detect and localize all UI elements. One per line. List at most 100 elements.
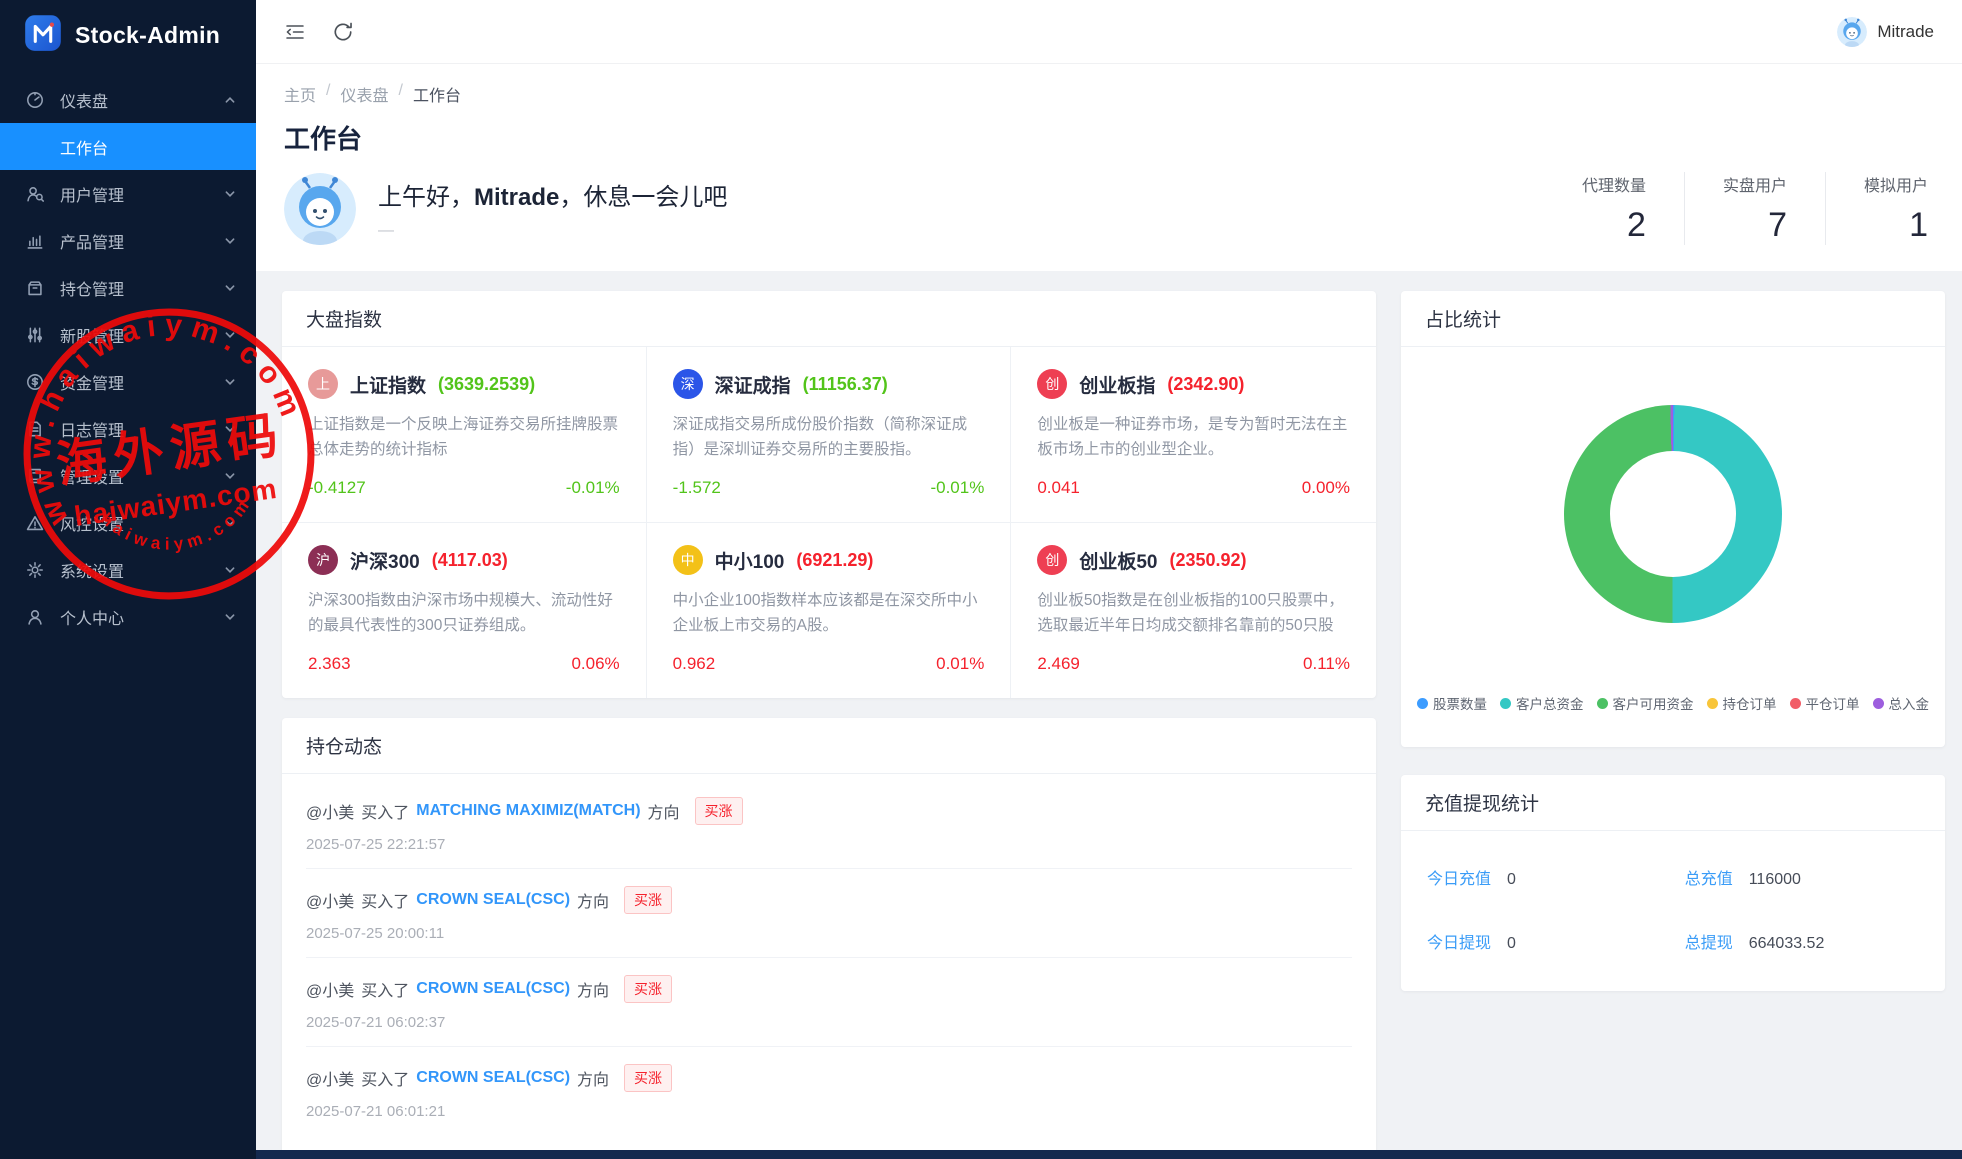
chevron-up-icon [224,94,236,106]
legend-dot [1872,697,1884,709]
chevron-down-icon [224,611,236,623]
position-action: 买入了 [361,1072,410,1089]
chevron-down-icon [224,376,236,388]
position-stock-link[interactable]: CROWN SEAL(CSC) [416,1069,570,1087]
system-icon [26,561,46,579]
buy-up-badge: 买涨 [624,886,673,914]
stat-demo-users: 模拟用户 1 [1824,172,1932,245]
positions-panel-title: 持仓动态 [282,718,1376,774]
position-direction-label: 方向 [577,1072,610,1089]
sidebar-item-risk[interactable]: 风控设置 [0,499,256,546]
legend-item-stock-count[interactable]: 股票数量 [1417,693,1487,713]
legend-item-available-funds[interactable]: 客户可用资金 [1596,693,1694,713]
breadcrumb-separator: / [398,82,403,99]
user-avatar [1837,16,1868,47]
user-menu[interactable]: Mitrade [1837,16,1934,47]
sidebar-item-products[interactable]: 产品管理 [0,217,256,264]
sidebar-item-users[interactable]: 用户管理 [0,170,256,217]
index-badge-icon: 上 [308,369,338,399]
sidebar-item-admin-settings[interactable]: 管理设置 [0,452,256,499]
buy-up-badge: 买涨 [624,975,673,1003]
total-recharge-label[interactable]: 总充值 [1685,865,1733,889]
total-withdraw-label[interactable]: 总提现 [1685,929,1733,953]
index-badge-icon: 创 [1037,545,1068,575]
position-action: 买入了 [361,983,410,1000]
index-change-pct: 0.01% [936,654,985,673]
sidebar-item-dashboard[interactable]: 仪表盘 [0,76,256,123]
today-withdraw: 今日提现 0 [1427,929,1685,953]
risk-icon [26,514,46,532]
logs-icon [26,420,46,438]
ipo-icon [26,326,46,344]
position-user: @小美 [306,805,355,822]
legend-item-total-deposit[interactable]: 总入金 [1872,693,1929,713]
refresh-icon[interactable] [332,21,354,43]
position-item: @小美 买入了 CROWN SEAL(CSC) 方向 买涨 2025-07-25… [306,869,1352,958]
index-desc: 深证成指交易所成份股价指数（简称深证成指）是深圳证券交易所的主要股指。 [672,416,968,459]
legend-item-total-funds[interactable]: 客户总资金 [1500,693,1584,713]
today-withdraw-label[interactable]: 今日提现 [1427,929,1491,953]
right-column: 占比统计 股票数量 客户总资金 客户可用资金 持仓订单 平仓订单 总入金 充值提… [1401,291,1945,991]
user-name: Mitrade [1877,21,1934,41]
position-user: @小美 [306,1072,355,1089]
position-direction-label: 方向 [647,805,680,822]
index-badge-icon: 创 [1037,369,1068,399]
legend-dot [1596,697,1608,709]
breadcrumb-home[interactable]: 主页 [284,82,316,106]
position-stock-link[interactable]: CROWN SEAL(CSC) [416,980,570,998]
products-icon [26,232,46,250]
index-change-pct: 0.06% [571,654,620,673]
greeting-row: 上午好，Mitrade，休息一会儿吧 — 代理数量 2 实盘用户 7 模拟用户 … [284,172,1932,245]
chart-legend: 股票数量 客户总资金 客户可用资金 持仓订单 平仓订单 总入金 [1417,693,1929,713]
sidebar-collapse-icon[interactable] [284,21,306,43]
sidebar-item-system[interactable]: 系统设置 [0,546,256,593]
dashboard-icon [26,91,46,109]
position-user: @小美 [306,894,355,911]
index-change: 0.962 [672,654,716,673]
position-time: 2025-07-25 22:21:57 [306,836,446,853]
position-stock-link[interactable]: CROWN SEAL(CSC) [416,891,570,909]
position-item: @小美 买入了 MATCHING MAXIMIZ(MATCH) 方向 买涨 20… [306,780,1352,869]
legend-item-open-orders[interactable]: 持仓订单 [1706,693,1777,713]
sidebar-item-positions[interactable]: 持仓管理 [0,264,256,311]
sidebar-item-ipo[interactable]: 新股管理 [0,311,256,358]
page-head: 主页 / 仪表盘 / 工作台 工作台 上午好，Mitrade，休息一会儿吧 — … [256,64,1962,271]
position-time: 2025-07-21 06:02:37 [306,1014,446,1031]
today-recharge-label[interactable]: 今日充值 [1427,865,1491,889]
index-card-shanghai: 上 上证指数 (3639.2539) 上证指数是一个反映上海证券交易所挂牌股票总… [282,347,647,523]
sidebar-item-funds[interactable]: 资金管理 [0,358,256,405]
app-logo-icon [24,14,62,57]
breadcrumb-dashboard[interactable]: 仪表盘 [340,82,388,106]
page-title: 工作台 [284,124,363,154]
legend-item-closed-orders[interactable]: 平仓订单 [1789,693,1860,713]
breadcrumb-separator: / [326,82,331,99]
sidebar-item-logs[interactable]: 日志管理 [0,405,256,452]
index-desc: 中小企业100指数样本应该都是在深交所中小企业板上市交易的A股。 [672,592,978,635]
position-action: 买入了 [361,894,410,911]
sidebar-subitem-workbench[interactable]: 工作台 [0,123,256,170]
index-change: 0.041 [1037,478,1080,497]
index-card-chinext50: 创 创业板50 (2350.92) 创业板50指数是在创业板指的100只股票中，… [1011,523,1376,698]
ratio-chart-area: 股票数量 客户总资金 客户可用资金 持仓订单 平仓订单 总入金 [1401,347,1945,747]
market-grid: 上 上证指数 (3639.2539) 上证指数是一个反映上海证券交易所挂牌股票总… [282,347,1376,698]
chevron-down-icon [224,470,236,482]
admin-settings-icon [26,467,46,485]
buy-up-badge: 买涨 [624,1064,673,1092]
index-card-shenzhen: 深 深证成指 (11156.37) 深证成指交易所成份股价指数（简称深证成指）是… [646,347,1012,523]
sidebar-menu: 仪表盘 工作台 用户管理 产品管理 持仓管理 新股管理 资金管理 日志管理 管理… [0,76,256,640]
chevron-down-icon [224,517,236,529]
position-stock-link[interactable]: MATCHING MAXIMIZ(MATCH) [416,802,640,820]
app-title: Stock-Admin [75,21,221,48]
ratio-panel-title: 占比统计 [1401,291,1945,347]
positions-panel: 持仓动态 @小美 买入了 MATCHING MAXIMIZ(MATCH) 方向 … [282,718,1376,1157]
index-badge-icon: 中 [672,545,703,575]
brand[interactable]: Stock-Admin [0,0,256,70]
chevron-down-icon [224,235,236,247]
breadcrumb: 主页 / 仪表盘 / 工作台 [284,82,1932,106]
legend-dot [1500,697,1511,709]
chevron-down-icon [224,188,236,200]
chevron-down-icon [224,423,236,435]
sidebar-item-profile[interactable]: 个人中心 [0,593,256,640]
index-card-sme100: 中 中小100 (6921.29) 中小企业100指数样本应该都是在深交所中小企… [647,523,1012,698]
greeting-avatar [284,172,356,245]
